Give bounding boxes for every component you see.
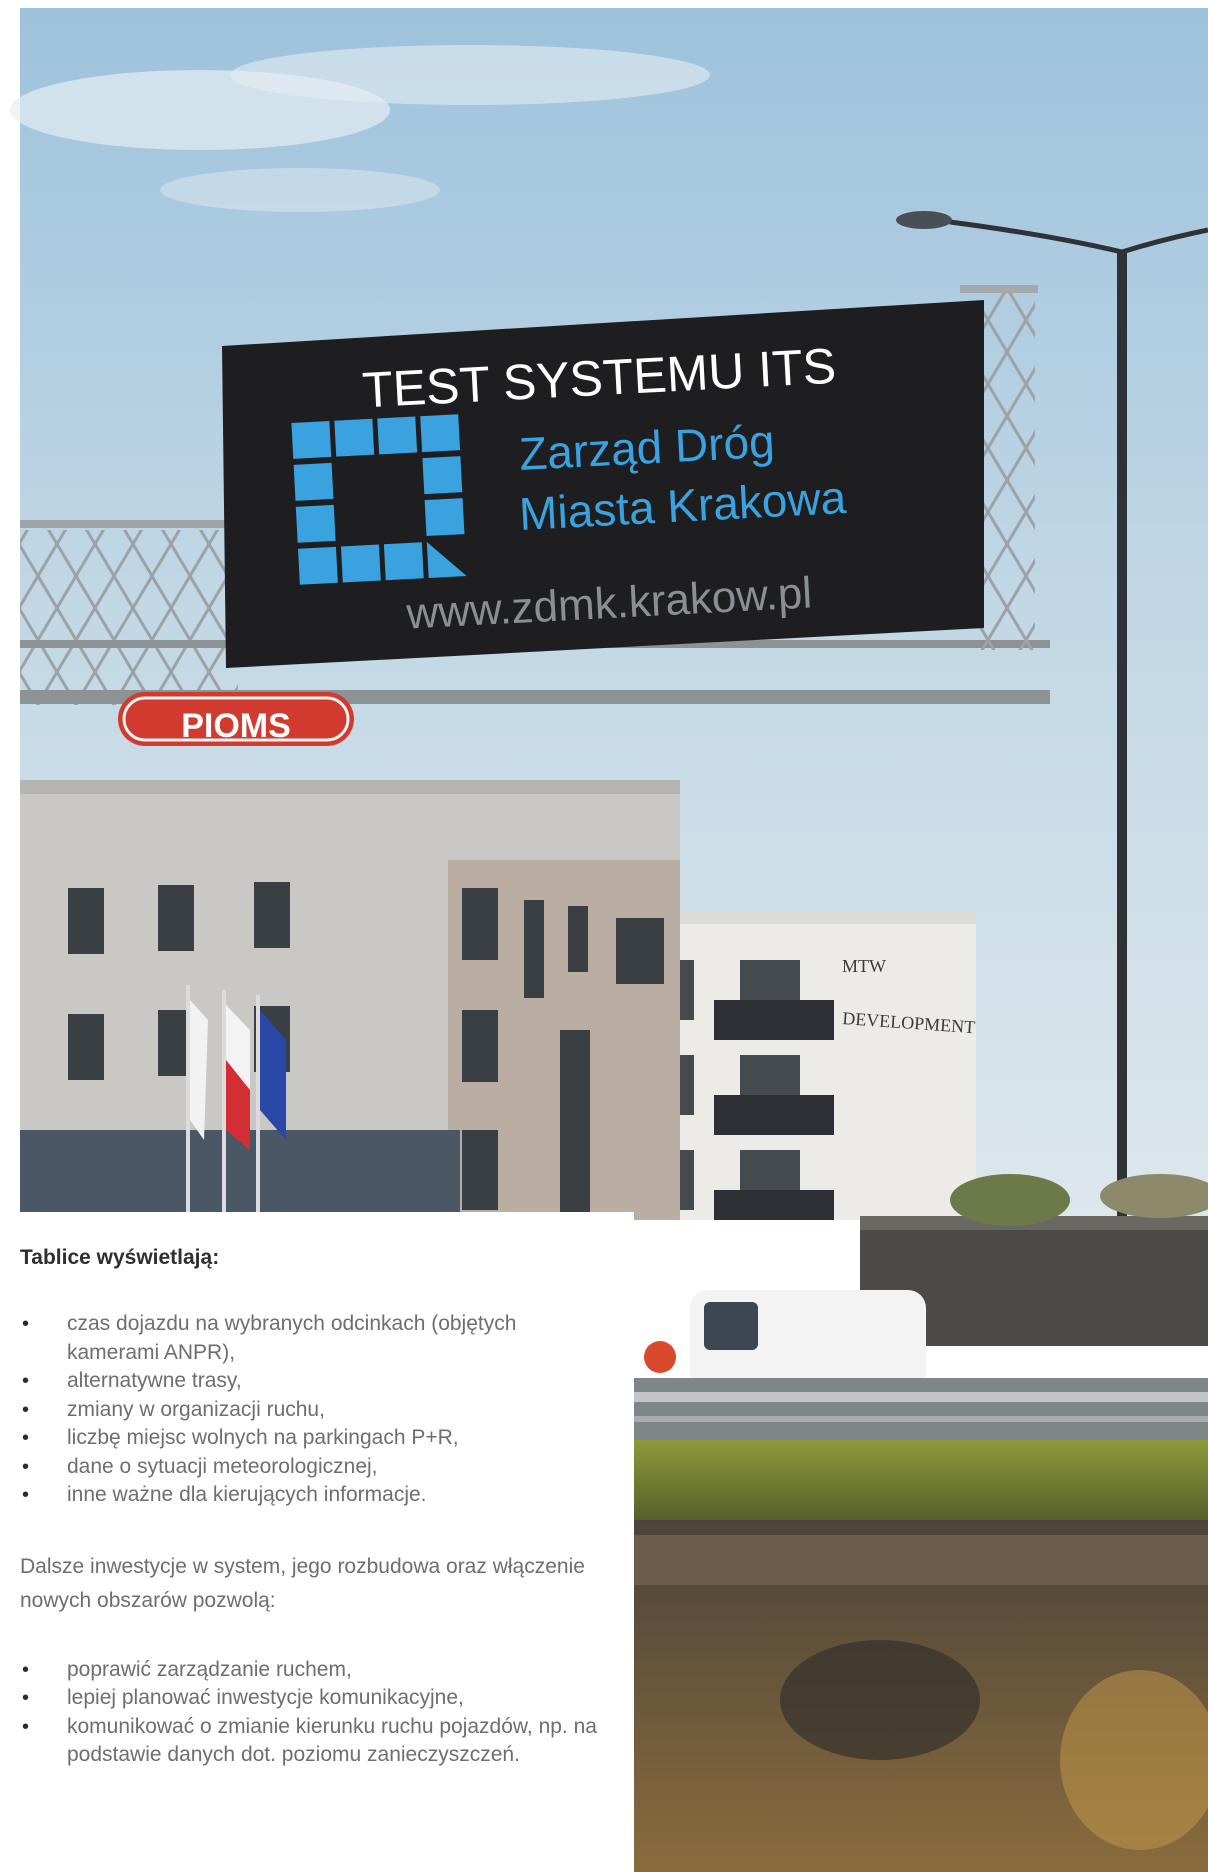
bullet-icon: • <box>22 1398 30 1421</box>
list-item: • poprawić zarządzanie ruchem, <box>20 1656 614 1685</box>
list-item: • lepiej planować inwestycje komunikacyjn… <box>20 1684 614 1713</box>
list-item: • alternatywne trasy, <box>20 1367 614 1396</box>
display-list: • czas dojazdu na wybranych odcinkach (ob… <box>20 1310 614 1510</box>
list-item: • liczbę miejsc wolnych na parkingach P+R… <box>20 1424 614 1453</box>
bullet-icon: • <box>22 1313 30 1335</box>
bullet-icon: • <box>22 1370 30 1392</box>
info-panel: Tablice wyświetlają: • czas dojazdu na wy… <box>0 1212 634 1872</box>
rooftop-sign-text: PIOMS <box>181 707 291 745</box>
list-item: • zmiany w organizacji ruchu, <box>20 1396 614 1425</box>
bullet-icon: • <box>22 1455 30 1478</box>
bullet-icon: • <box>22 1715 30 1738</box>
benefits-list: • poprawić zarządzanie ruchem, • lepiej pl… <box>20 1656 614 1770</box>
building-sign-line1: MTW <box>842 956 886 976</box>
bullet-icon: • <box>22 1427 30 1449</box>
panel-heading: Tablice wyświetlają: <box>20 1246 220 1269</box>
bullet-icon: • <box>22 1484 30 1506</box>
investment-paragraph: Dalsze inwestycje w system, jego rozbudo… <box>20 1554 585 1612</box>
list-item: • dane o sytuacji meteorologicznej, <box>20 1453 614 1482</box>
list-item: • czas dojazdu na wybranych odcinkach (ob… <box>22 1312 517 1364</box>
list-item: • inne ważne dla kierujących informacje. <box>20 1481 614 1510</box>
bullet-icon: • <box>22 1658 30 1681</box>
bullet-icon: • <box>22 1687 30 1709</box>
list-item: • komunikować o zmianie kierunku ruchu po… <box>22 1714 597 1767</box>
